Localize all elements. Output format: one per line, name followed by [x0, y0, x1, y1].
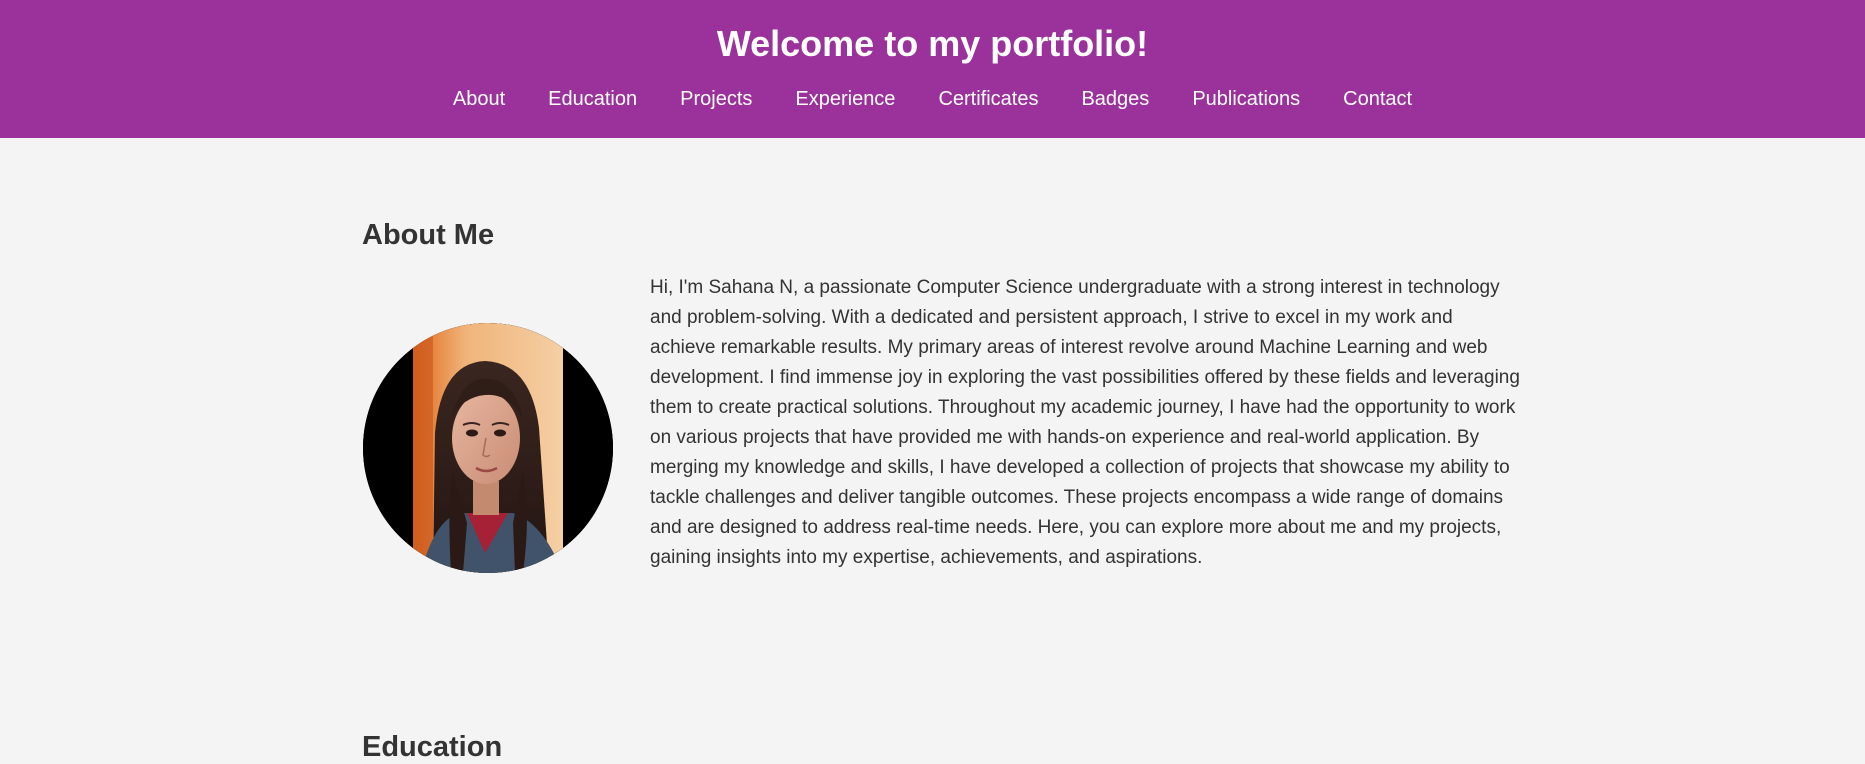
- about-paragraph: Hi, I'm Sahana N, a passionate Computer …: [650, 277, 1520, 568]
- main-nav: About Education Projects Experience Cert…: [0, 86, 1865, 112]
- profile-photo: [363, 323, 613, 573]
- education-heading: Education: [362, 731, 503, 763]
- nav-link-education[interactable]: Education: [527, 86, 659, 112]
- about-section: About Me: [362, 218, 1512, 252]
- site-title: Welcome to my portfolio!: [716, 23, 1149, 64]
- nav-link-projects[interactable]: Projects: [659, 86, 774, 112]
- nav-link-experience[interactable]: Experience: [774, 86, 917, 112]
- about-content: Hi, I'm Sahana N, a passionate Computer …: [362, 273, 1520, 603]
- nav-link-contact[interactable]: Contact: [1322, 86, 1434, 112]
- nav-link-publications[interactable]: Publications: [1171, 86, 1322, 112]
- site-header: Welcome to my portfolio! About Education…: [0, 0, 1865, 138]
- profile-photo-image: [363, 323, 613, 573]
- education-section: Education: [362, 730, 1512, 764]
- nav-link-about[interactable]: About: [431, 86, 526, 112]
- nav-link-badges[interactable]: Badges: [1060, 86, 1171, 112]
- about-heading: About Me: [362, 219, 495, 251]
- nav-link-certificates[interactable]: Certificates: [917, 86, 1060, 112]
